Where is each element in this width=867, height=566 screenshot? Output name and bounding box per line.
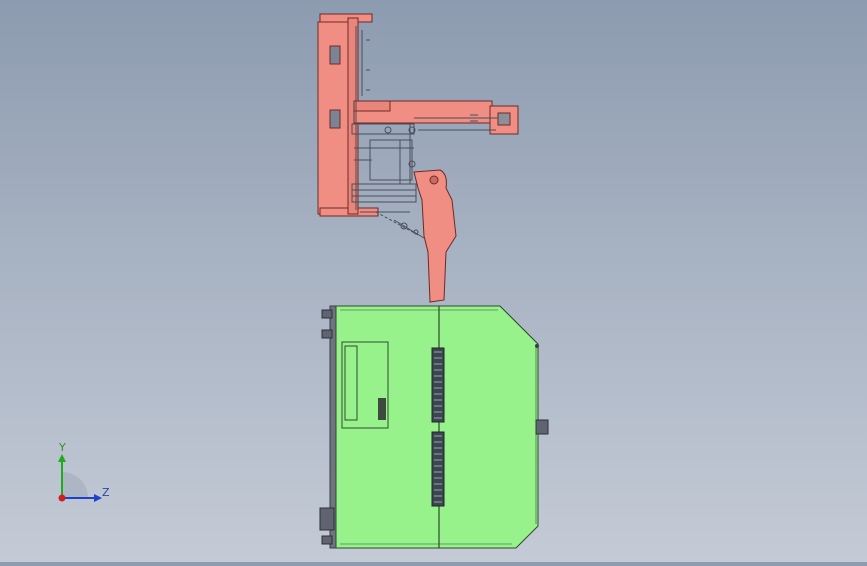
axis-y-label: Y bbox=[59, 441, 66, 454]
plate-window-top bbox=[329, 45, 341, 65]
foot-top-2 bbox=[321, 329, 333, 339]
upper-assembly bbox=[317, 13, 519, 303]
cad-viewport[interactable]: Y Z bbox=[0, 0, 867, 562]
side-shaft bbox=[535, 419, 549, 435]
terminal-strip-upper bbox=[431, 347, 445, 423]
axis-y-arrow bbox=[58, 454, 66, 462]
model-canvas bbox=[58, 13, 549, 549]
axis-z-label: Z bbox=[102, 486, 110, 499]
gripper-pivot bbox=[429, 175, 439, 185]
foot-top-1 bbox=[321, 309, 333, 319]
lower-cabinet bbox=[319, 305, 549, 549]
arm-end-port bbox=[497, 112, 511, 126]
axis-z-arrow bbox=[94, 494, 102, 502]
top-cap bbox=[319, 13, 373, 23]
plate-window-bottom bbox=[329, 109, 341, 129]
foot-bottom-2 bbox=[321, 535, 333, 545]
triad-quarter-disc bbox=[62, 472, 88, 498]
axis-x-dot bbox=[58, 494, 66, 502]
terminal-strip-lower bbox=[431, 431, 445, 507]
axis-triad bbox=[58, 454, 102, 502]
foot-bottom-1 bbox=[319, 507, 335, 531]
window-component bbox=[378, 398, 386, 420]
bolt-top bbox=[535, 344, 539, 348]
arm-step bbox=[353, 100, 391, 112]
